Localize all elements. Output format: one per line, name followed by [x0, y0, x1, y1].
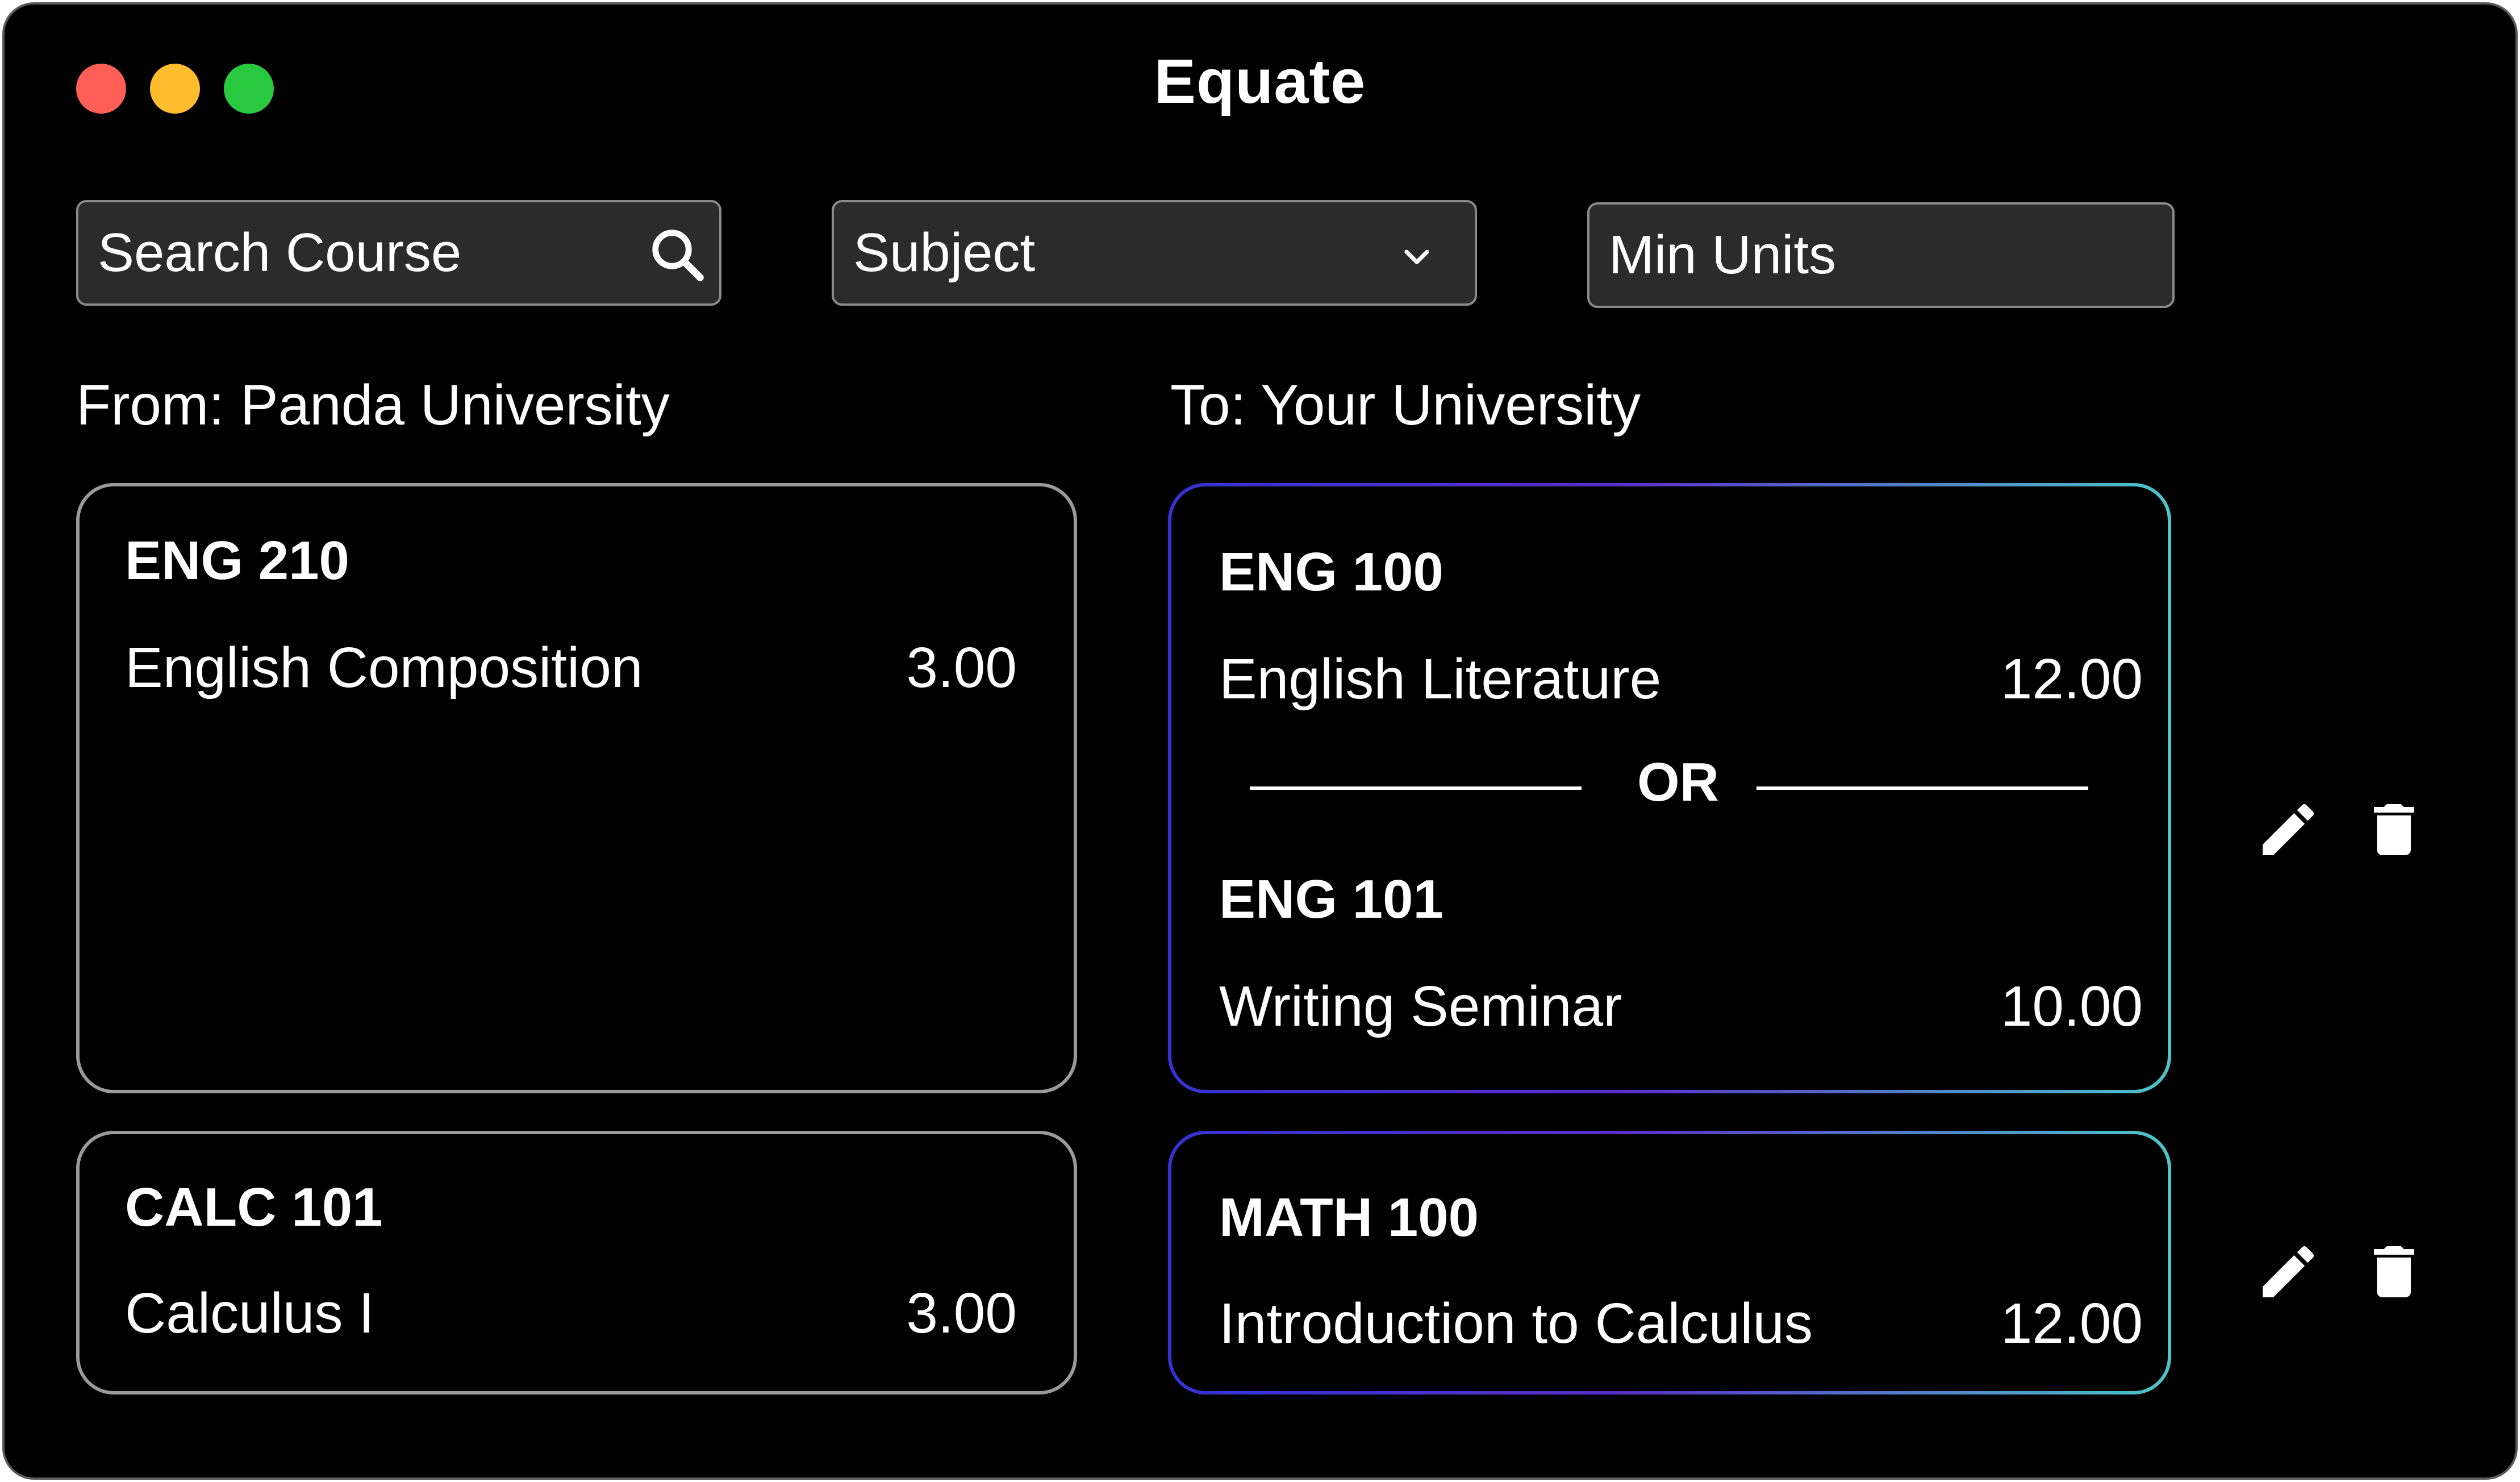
trash-icon[interactable]	[2360, 1238, 2428, 1306]
or-divider-line-left	[1250, 786, 1582, 790]
min-units-input[interactable]: Min Units	[1587, 202, 2175, 308]
from-university-label: From: Panda University	[76, 373, 670, 437]
chevron-down-icon	[1404, 249, 1429, 264]
course-code: MATH 100	[1219, 1187, 1479, 1248]
app-window: Equate Search Course Subject Min Units F…	[2, 2, 2518, 1480]
min-units-placeholder: Min Units	[1609, 224, 1837, 285]
window-title: Equate	[1154, 47, 1366, 116]
subject-dropdown-label: Subject	[853, 222, 1036, 283]
subject-dropdown[interactable]: Subject	[832, 200, 1477, 306]
from-course-card[interactable]: CALC 101 Calculus I 3.00	[76, 1131, 1077, 1394]
or-divider-line-right	[1757, 786, 2088, 790]
course-code: CALC 101	[125, 1177, 383, 1238]
course-name: Calculus I	[125, 1281, 375, 1345]
search-course-placeholder: Search Course	[98, 222, 462, 283]
course-name: English Composition	[125, 636, 643, 700]
course-units: 3.00	[906, 1281, 1017, 1345]
to-course-card[interactable]: MATH 100 Introduction to Calculus 12.00	[1168, 1131, 2171, 1394]
search-icon[interactable]	[646, 224, 708, 285]
pencil-icon[interactable]	[2254, 1238, 2322, 1306]
or-separator: OR	[1637, 752, 1719, 813]
course-units: 12.00	[2000, 647, 2143, 711]
course-units: 3.00	[906, 636, 1017, 700]
to-course-card[interactable]: ENG 100 English Literature 12.00 OR ENG …	[1168, 483, 2171, 1093]
course-code: ENG 210	[125, 530, 349, 591]
course-code: ENG 101	[1219, 869, 1443, 930]
course-units: 10.00	[2000, 975, 2143, 1038]
course-units: 12.00	[2000, 1292, 2143, 1355]
pencil-icon[interactable]	[2254, 796, 2322, 864]
course-name: Introduction to Calculus	[1219, 1292, 1813, 1355]
to-university-label: To: Your University	[1170, 373, 1641, 437]
course-code: ENG 100	[1219, 542, 1443, 602]
course-name: English Literature	[1219, 647, 1662, 711]
from-course-card[interactable]: ENG 210 English Composition 3.00	[76, 483, 1077, 1093]
search-course-input[interactable]: Search Course	[76, 200, 721, 306]
trash-icon[interactable]	[2360, 796, 2428, 864]
course-name: Writing Seminar	[1219, 975, 1622, 1038]
